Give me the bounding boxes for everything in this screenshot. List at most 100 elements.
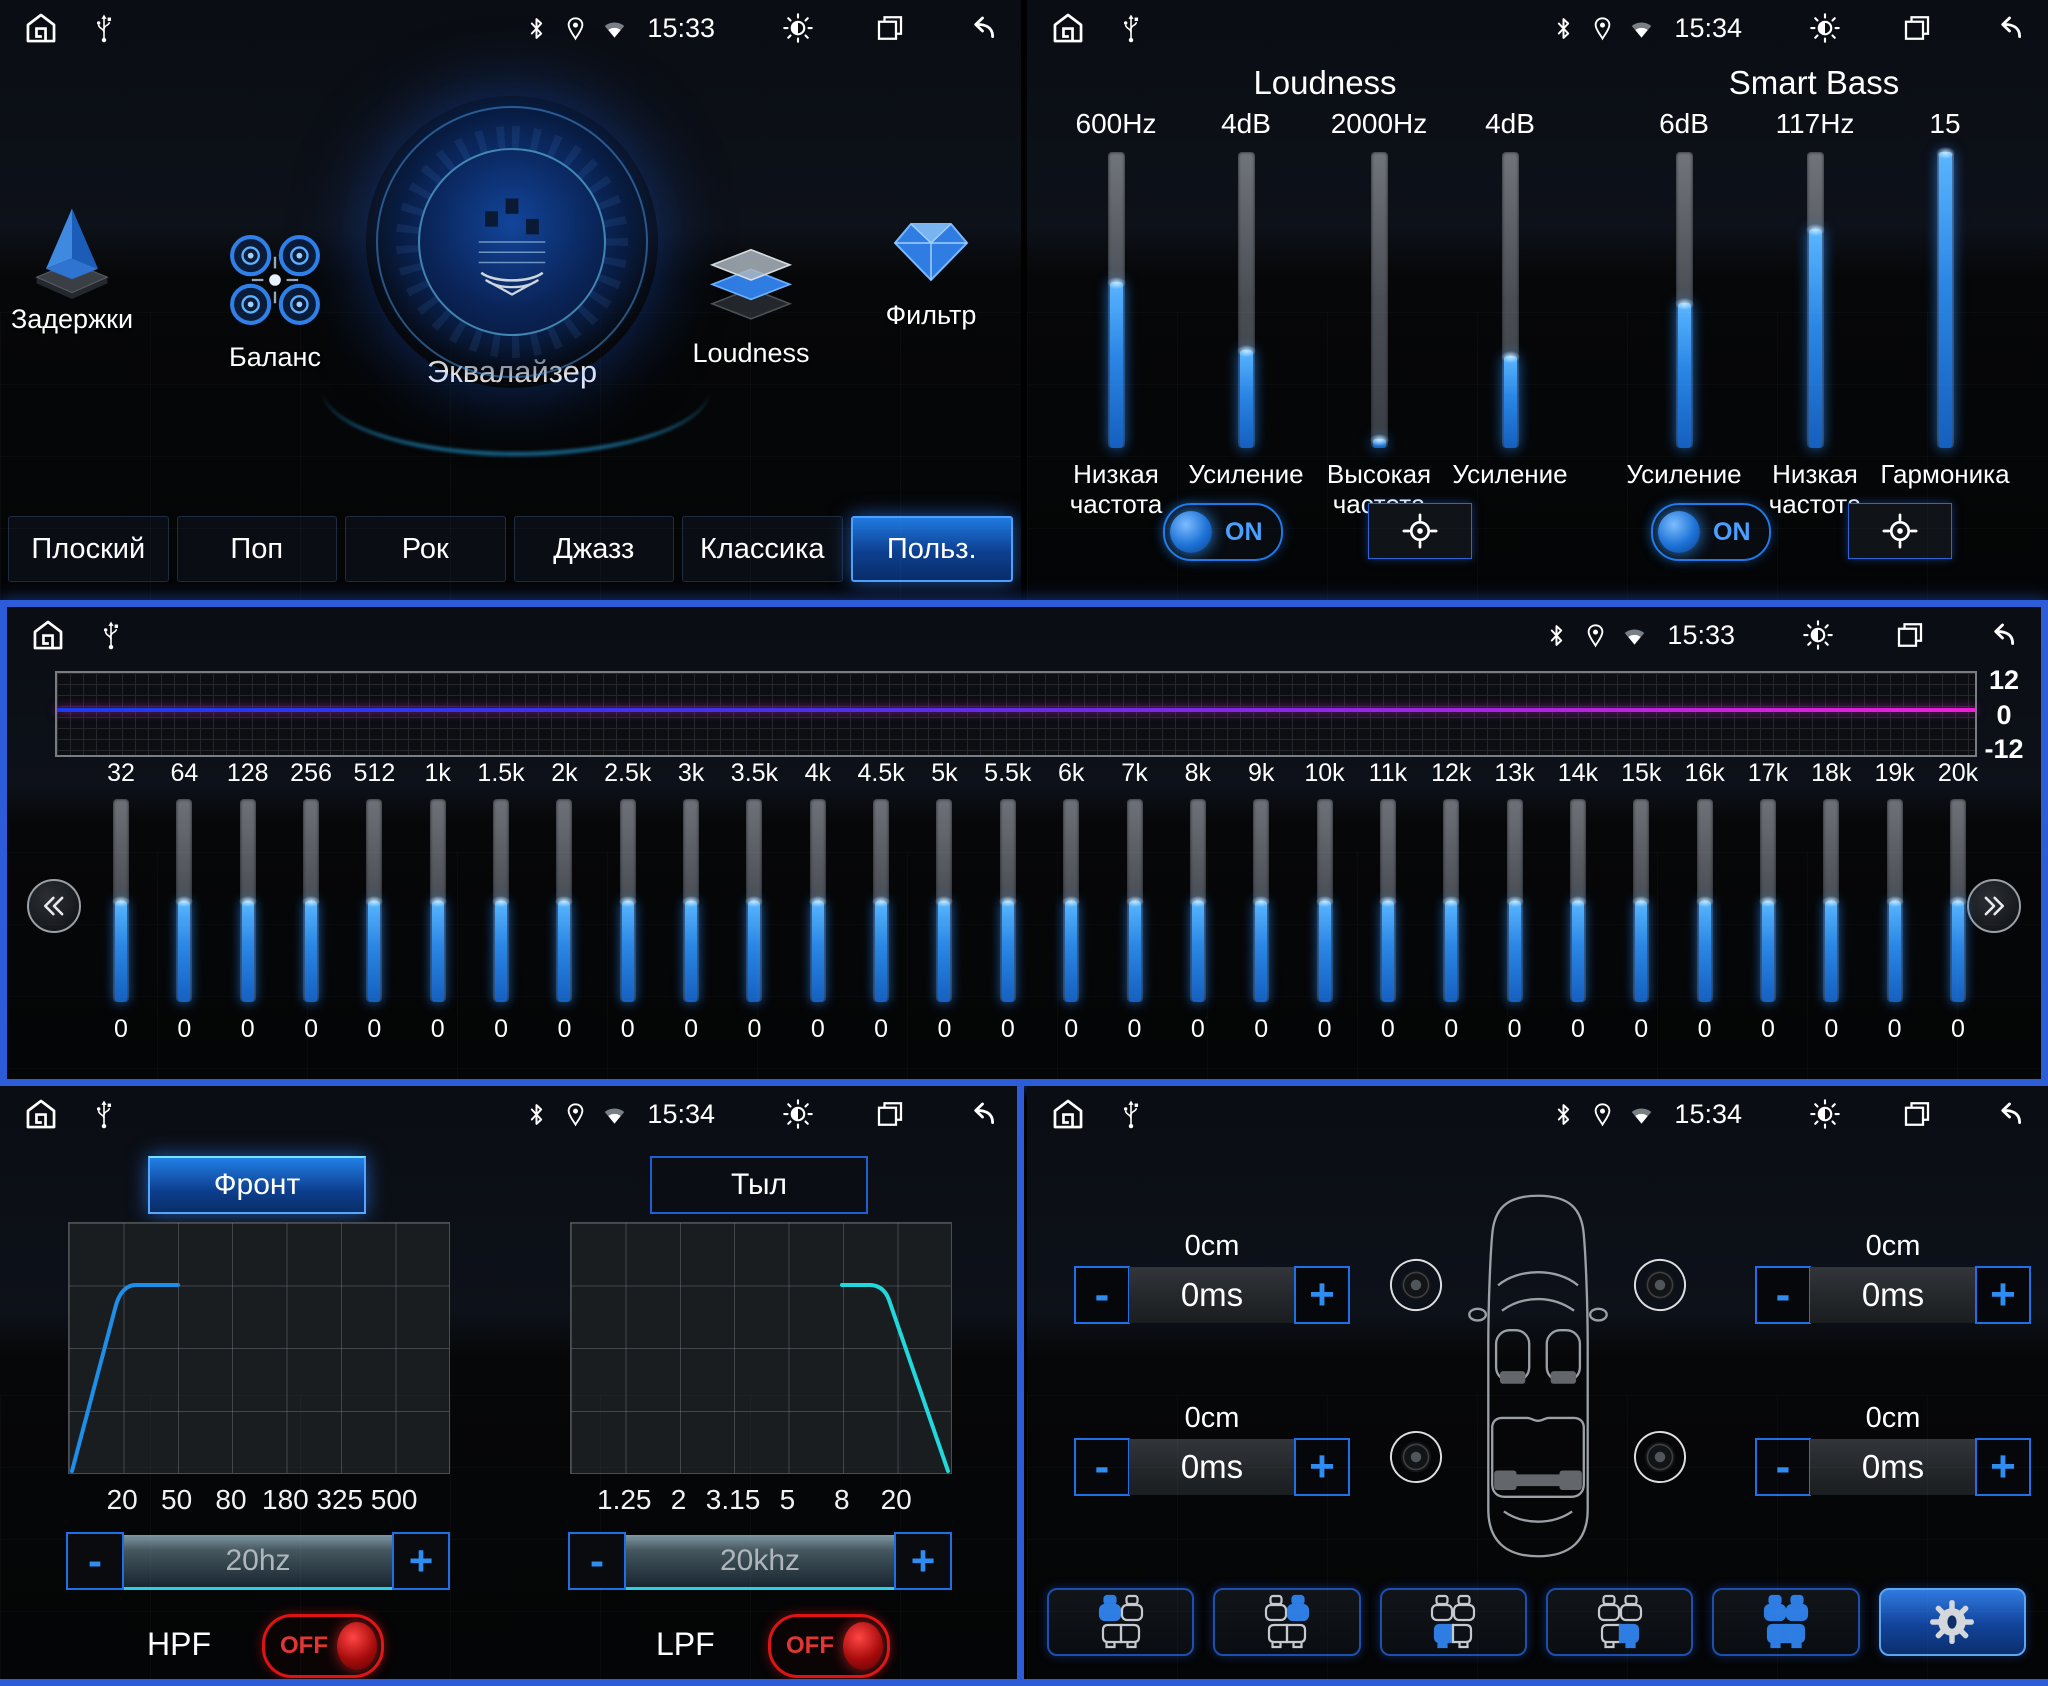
- hpf-minus-button[interactable]: -: [66, 1532, 124, 1590]
- eq-band-slider[interactable]: 13k 0: [1487, 759, 1543, 1044]
- recent-windows-icon[interactable]: [1895, 620, 1925, 650]
- eq-band-slider[interactable]: 512 0: [346, 759, 402, 1044]
- brightness-icon[interactable]: [783, 1099, 813, 1129]
- band-track[interactable]: [1443, 799, 1459, 1002]
- back-icon[interactable]: [1994, 1099, 2024, 1129]
- recent-windows-icon[interactable]: [875, 13, 905, 43]
- band-track[interactable]: [556, 799, 572, 1002]
- back-icon[interactable]: [967, 1099, 997, 1129]
- band-track[interactable]: [303, 799, 319, 1002]
- slider-track[interactable]: [1502, 152, 1519, 448]
- band-track[interactable]: [936, 799, 952, 1002]
- recent-windows-icon[interactable]: [1902, 13, 1932, 43]
- eq-band-slider[interactable]: 18k 0: [1803, 759, 1859, 1044]
- preset-button[interactable]: Поп: [177, 516, 338, 582]
- menu-item-balance[interactable]: Баланс: [192, 222, 358, 373]
- band-track[interactable]: [620, 799, 636, 1002]
- band-track[interactable]: [240, 799, 256, 1002]
- delay-fr-minus-button[interactable]: -: [1755, 1266, 1811, 1324]
- vertical-slider[interactable]: 600Hz Низкая частота: [1046, 108, 1186, 520]
- eq-band-slider[interactable]: 1.5k 0: [473, 759, 529, 1044]
- eq-band-slider[interactable]: 9k 0: [1233, 759, 1289, 1044]
- back-icon[interactable]: [1987, 620, 2017, 650]
- band-track[interactable]: [1950, 799, 1966, 1002]
- delay-rr-plus-button[interactable]: +: [1975, 1438, 2031, 1496]
- band-track[interactable]: [1887, 799, 1903, 1002]
- eq-band-slider[interactable]: 19k 0: [1867, 759, 1923, 1044]
- band-track[interactable]: [810, 799, 826, 1002]
- eq-band-slider[interactable]: 10k 0: [1297, 759, 1353, 1044]
- vertical-slider[interactable]: 2000Hz Высокая частота: [1309, 108, 1449, 520]
- eq-band-slider[interactable]: 20k 0: [1930, 759, 1986, 1044]
- menu-item-equalizer[interactable]: Эквалайзер: [342, 96, 682, 390]
- eq-band-slider[interactable]: 4.5k 0: [853, 759, 909, 1044]
- home-icon[interactable]: [1051, 11, 1085, 45]
- band-track[interactable]: [1633, 799, 1649, 1002]
- eq-band-slider[interactable]: 2.5k 0: [600, 759, 656, 1044]
- delay-fl-plus-button[interactable]: +: [1294, 1266, 1350, 1324]
- loudness-reset-button[interactable]: [1368, 503, 1472, 559]
- band-track[interactable]: [1127, 799, 1143, 1002]
- eq-band-slider[interactable]: 5k 0: [916, 759, 972, 1044]
- band-track[interactable]: [366, 799, 382, 1002]
- delay-fr-plus-button[interactable]: +: [1975, 1266, 2031, 1324]
- smartbass-reset-button[interactable]: [1848, 503, 1952, 559]
- eq-band-slider[interactable]: 1k 0: [410, 759, 466, 1044]
- eq-band-slider[interactable]: 32 0: [93, 759, 149, 1044]
- delay-rr-minus-button[interactable]: -: [1755, 1438, 1811, 1496]
- band-track[interactable]: [1000, 799, 1016, 1002]
- eq-band-slider[interactable]: 256 0: [283, 759, 339, 1044]
- home-icon[interactable]: [24, 11, 58, 45]
- menu-item-filter[interactable]: Фильтр: [856, 196, 1006, 331]
- slider-track[interactable]: [1108, 152, 1125, 448]
- band-track[interactable]: [1760, 799, 1776, 1002]
- vertical-slider[interactable]: 6dB Усиление: [1614, 108, 1754, 490]
- eq-band-slider[interactable]: 17k 0: [1740, 759, 1796, 1044]
- eq-band-slider[interactable]: 7k 0: [1107, 759, 1163, 1044]
- band-track[interactable]: [176, 799, 192, 1002]
- hpf-plus-button[interactable]: +: [392, 1532, 450, 1590]
- band-track[interactable]: [493, 799, 509, 1002]
- vertical-slider[interactable]: 4dB Усиление: [1440, 108, 1580, 490]
- menu-item-delays[interactable]: Задержки: [6, 196, 138, 335]
- band-track[interactable]: [1253, 799, 1269, 1002]
- band-track[interactable]: [1190, 799, 1206, 1002]
- preset-button[interactable]: Джазз: [514, 516, 675, 582]
- home-icon[interactable]: [31, 618, 65, 652]
- lpf-plus-button[interactable]: +: [894, 1532, 952, 1590]
- band-track[interactable]: [1697, 799, 1713, 1002]
- brightness-icon[interactable]: [1810, 1099, 1840, 1129]
- band-track[interactable]: [1507, 799, 1523, 1002]
- recent-windows-icon[interactable]: [1902, 1099, 1932, 1129]
- eq-band-slider[interactable]: 6k 0: [1043, 759, 1099, 1044]
- vertical-slider[interactable]: 15 Гармоника: [1875, 108, 2015, 490]
- vertical-slider[interactable]: 4dB Усиление: [1176, 108, 1316, 490]
- band-track[interactable]: [1823, 799, 1839, 1002]
- band-track[interactable]: [873, 799, 889, 1002]
- eq-band-slider[interactable]: 3.5k 0: [726, 759, 782, 1044]
- eq-band-slider[interactable]: 5.5k 0: [980, 759, 1036, 1044]
- brightness-icon[interactable]: [783, 13, 813, 43]
- seat-select-button[interactable]: [1047, 1588, 1194, 1656]
- eq-band-slider[interactable]: 3k 0: [663, 759, 719, 1044]
- tab-rear[interactable]: Тыл: [650, 1156, 868, 1214]
- loudness-on-toggle[interactable]: ON: [1163, 503, 1283, 561]
- preset-button[interactable]: Плоский: [8, 516, 169, 582]
- eq-band-slider[interactable]: 15k 0: [1613, 759, 1669, 1044]
- slider-track[interactable]: [1238, 152, 1255, 448]
- menu-item-loudness[interactable]: Loudness: [676, 226, 826, 369]
- smartbass-on-toggle[interactable]: ON: [1651, 503, 1771, 561]
- settings-button[interactable]: [1879, 1588, 2026, 1656]
- eq-band-slider[interactable]: 8k 0: [1170, 759, 1226, 1044]
- scroll-left-button[interactable]: [27, 879, 81, 933]
- band-track[interactable]: [746, 799, 762, 1002]
- brightness-icon[interactable]: [1803, 620, 1833, 650]
- slider-track[interactable]: [1807, 152, 1824, 448]
- recent-windows-icon[interactable]: [875, 1099, 905, 1129]
- delay-fl-minus-button[interactable]: -: [1074, 1266, 1130, 1324]
- preset-button[interactable]: Польз.: [851, 516, 1014, 582]
- slider-track[interactable]: [1937, 152, 1954, 448]
- band-track[interactable]: [1317, 799, 1333, 1002]
- lpf-off-toggle[interactable]: OFF: [768, 1614, 890, 1678]
- eq-band-slider[interactable]: 64 0: [156, 759, 212, 1044]
